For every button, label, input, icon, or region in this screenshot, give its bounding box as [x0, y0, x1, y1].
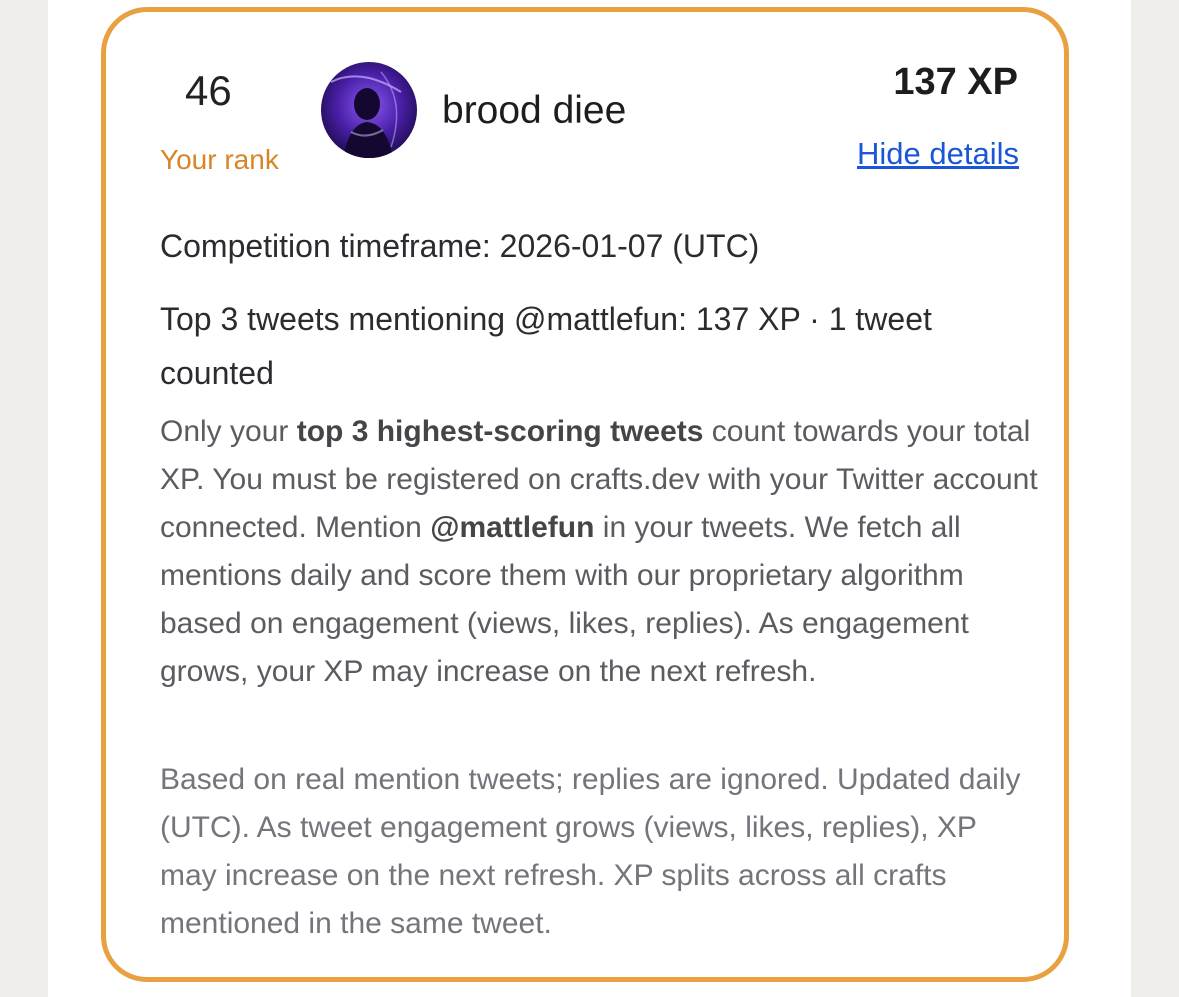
rank-number: 46 — [185, 67, 232, 114]
scoring-note: Based on real mention tweets; replies ar… — [160, 763, 1021, 940]
top-tweets-summary: Top 3 tweets mentioning @mattlefun: 137 … — [160, 301, 932, 391]
username: brood diee — [442, 89, 627, 132]
desc-bold-top3: top 3 highest-scoring tweets — [296, 415, 704, 448]
competition-timeframe: Competition timeframe: 2026-01-07 (UTC) — [160, 228, 760, 264]
avatar-icon — [321, 62, 417, 158]
scoring-description: Only your top 3 highest-scoring tweets c… — [160, 408, 1040, 696]
xp-total: 137 XP — [893, 61, 1018, 103]
rank-label: Your rank — [160, 144, 279, 175]
desc-bold-mention: @mattlefun — [430, 511, 595, 544]
desc-text-1: Only your — [160, 415, 297, 448]
hide-details-link[interactable]: Hide details — [857, 136, 1019, 172]
